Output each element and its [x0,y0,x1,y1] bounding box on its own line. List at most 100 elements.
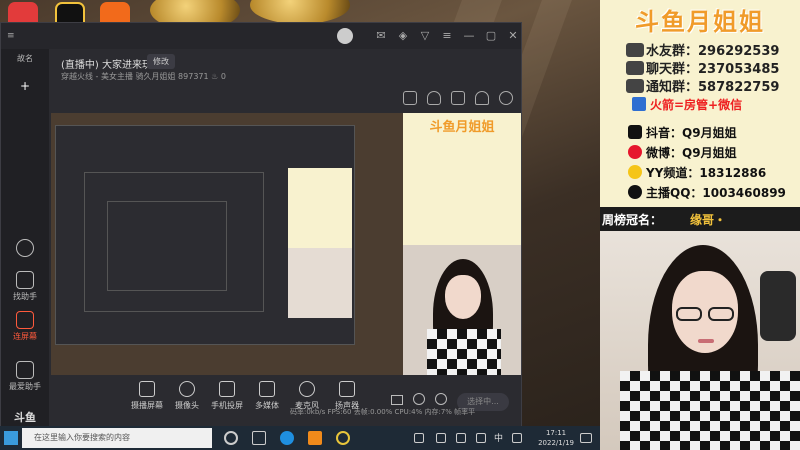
sidebar-item-name[interactable]: 故名 [5,53,45,64]
sidebar-item-helper[interactable]: 找助手 [5,271,45,302]
game-taskbar-icon[interactable] [336,431,350,445]
tray-icon[interactable] [414,433,424,443]
screen-capture-button[interactable]: 摄播屏幕 [127,381,167,411]
sidebar-item-screen[interactable]: 连屏幕 [5,311,45,342]
captured-info-panel: 斗鱼月姐姐 [403,113,521,245]
task-view-icon[interactable] [252,431,266,445]
rocket-icon [632,97,646,111]
toolbar-label: 多媒体 [255,401,279,410]
share-icon[interactable] [499,91,513,105]
microphone-image [760,271,796,341]
cortana-icon[interactable] [224,431,238,445]
screen-icon [16,311,34,329]
crown-name: 缘哥・ [690,213,727,227]
ime-mode-icon[interactable] [512,433,522,443]
skin-icon[interactable]: ◈ [395,28,411,44]
helper-icon [16,271,34,289]
rocket-highlight: 火箭=房管+微信 [632,96,742,113]
group-line-2: 通知群：587822759 [626,76,779,95]
captured-camera [403,245,521,375]
lock-icon[interactable] [427,91,441,105]
stream-header: (直播中) 大家进来玩 修改 穿越火线 - 美女主播 骑久月姐姐 897371 … [49,49,521,113]
gift-icon[interactable] [451,91,465,105]
nested-window [107,201,227,291]
sidebar-item-label: 故名 [17,54,33,63]
douyu-logo: 斗鱼 [5,409,45,425]
clock-date: 2022/1/19 [538,439,574,447]
avatar[interactable] [337,28,353,44]
sidebar-item-favorite-helper[interactable]: 最爱助手 [5,361,45,392]
network-icon[interactable] [456,433,466,443]
toolbar-label: 手机投屏 [211,401,243,410]
monitor-icon [139,381,155,397]
settings-icon[interactable]: ▽ [417,28,433,44]
social-douyin: 抖音：Q9月姐姐 [628,124,737,141]
webcam-feed [600,231,800,450]
info-panel: 斗鱼月姐姐 水友群：296292539 聊天群：237053485 通知群：58… [600,0,800,238]
streaming-app-window: ≡ ✉ ◈ ▽ ≡ — ▢ ✕ 故名 + 找助手 连屏幕 最爱助手 斗鱼 (直播… [0,22,522,427]
edit-button[interactable]: 修改 [147,54,175,69]
social-weibo: 微博：Q9月姐姐 [628,144,737,161]
chat-icon [626,79,644,93]
record-icon[interactable] [391,395,403,405]
taskbar: 在这里输入你要搜索的内容 中 17:11 2022/1/19 [0,426,600,450]
media-icon [259,381,275,397]
minimize-icon[interactable]: — [461,28,477,44]
stream-status: 码率:0kb/s FPS:60 丢帧:0.00% CPU:4% 内存:7% 帧率… [290,408,476,416]
nested-info-panel [288,168,352,248]
screen: ≡ ✉ ◈ ▽ ≡ — ▢ ✕ 故名 + 找助手 连屏幕 最爱助手 斗鱼 (直播… [0,0,800,450]
phone-cast-button[interactable]: 手机投屏 [207,381,247,411]
media-button[interactable]: 多媒体 [247,381,287,411]
camera-button[interactable]: 摄像头 [167,381,207,411]
message-icon[interactable]: ✉ [373,28,389,44]
stream-title: (直播中) 大家进来玩 [61,60,152,71]
nested-camera [288,248,352,318]
source-toolbar: 摄播屏幕 摄像头 手机投屏 多媒体 麦克风 扬声器 选择中... [49,375,521,427]
toolbar-label: 摄像头 [175,401,199,410]
grid-icon[interactable] [403,91,417,105]
taskbar-search[interactable]: 在这里输入你要搜索的内容 [22,428,212,448]
camera-icon [179,381,195,397]
sidebar-item-label: 连屏幕 [13,332,37,341]
mic-toggle-icon[interactable] [413,393,425,405]
volume-icon[interactable] [476,433,486,443]
edge-icon[interactable] [280,431,294,445]
sidebar-item-label: 斗鱼 [14,411,36,424]
bell-icon[interactable] [475,91,489,105]
windows-start-icon[interactable] [4,431,18,445]
glasses-left [676,307,702,321]
nested-window [84,172,264,312]
sidebar-item-label: 找助手 [13,292,37,301]
group-line-1: 聊天群：237053485 [626,58,779,77]
weekly-crown-bar: 周榜冠名： 缘哥・ [600,207,800,231]
tray-icon[interactable] [436,433,446,443]
notification-icon[interactable] [580,433,592,443]
person-lips [698,339,714,343]
more-icon[interactable] [5,239,45,259]
clock-time: 17:11 [545,429,567,437]
qq-icon [628,185,642,199]
settings-gear-icon[interactable] [435,393,447,405]
microphone-icon [299,381,315,397]
maximize-icon[interactable]: ▢ [483,28,499,44]
ime-indicator[interactable]: 中 [494,431,503,444]
close-icon[interactable]: ✕ [505,28,521,44]
streaming-app-icon[interactable] [308,431,322,445]
group-line-0: 水友群：296292539 [626,40,779,59]
social-yy: YY频道：18312886 [628,164,766,181]
weibo-icon [628,145,642,159]
add-icon[interactable]: + [5,79,45,93]
yy-icon [628,165,642,179]
toolbar-label: 摄播屏幕 [131,401,163,410]
sidebar-item-label: 最爱助手 [9,382,41,391]
stream-meta: 穿越火线 - 美女主播 骑久月姐姐 897371 ♨ 0 [61,72,226,81]
douyin-icon [628,125,642,139]
nested-window [55,125,355,345]
helper-book-icon [16,361,34,379]
phone-icon [219,381,235,397]
title-bar: ≡ ✉ ◈ ▽ ≡ — ▢ ✕ [1,23,521,49]
menu-more-icon[interactable]: ≡ [439,28,455,44]
menu-icon[interactable]: ≡ [7,31,15,41]
taskbar-clock[interactable]: 17:11 2022/1/19 [538,428,574,448]
chat-icon [626,43,644,57]
